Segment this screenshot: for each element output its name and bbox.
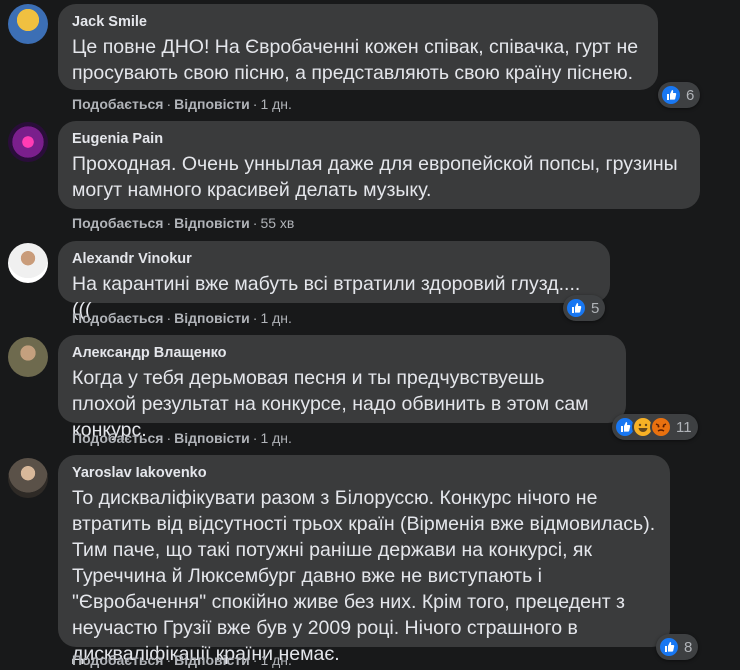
reply-link[interactable]: Відповісти <box>174 652 250 668</box>
avatar[interactable] <box>8 4 48 44</box>
avatar[interactable] <box>8 337 48 377</box>
like-reaction-icon <box>658 636 680 658</box>
reply-link[interactable]: Відповісти <box>174 215 250 231</box>
reaction-summary[interactable]: 6 <box>658 82 701 108</box>
comment-author[interactable]: Alexandr Vinokur <box>72 249 596 269</box>
avatar[interactable] <box>8 243 48 283</box>
like-link[interactable]: Подобається <box>72 215 163 231</box>
comment-actions: Подобається · Відповісти · 1 дн. <box>72 428 292 448</box>
like-link[interactable]: Подобається <box>72 96 163 112</box>
comment-bubble: Jack Smile Це повне ДНО! На Євробаченні … <box>58 4 658 90</box>
separator: · <box>252 96 258 112</box>
comment-author[interactable]: Jack Smile <box>72 12 644 32</box>
like-link[interactable]: Подобається <box>72 310 163 326</box>
separator: · <box>166 652 172 668</box>
comment-actions: Подобається · Відповісти · 1 дн. <box>72 94 292 114</box>
reply-link[interactable]: Відповісти <box>174 96 250 112</box>
timestamp[interactable]: 1 дн. <box>260 96 291 112</box>
like-reaction-icon <box>565 297 587 319</box>
reaction-count: 6 <box>686 86 695 104</box>
avatar[interactable] <box>8 122 48 162</box>
comment-text: Це повне ДНО! На Євробаченні кожен співа… <box>72 36 639 84</box>
separator: · <box>166 430 172 446</box>
avatar[interactable] <box>8 458 48 498</box>
comment-text: Проходная. Очень уннылая даже для европе… <box>72 153 678 201</box>
reply-link[interactable]: Відповісти <box>174 430 250 446</box>
comment-bubble: Eugenia Pain Проходная. Очень уннылая да… <box>58 121 700 209</box>
separator: · <box>252 215 258 231</box>
separator: · <box>166 310 172 326</box>
comment-author[interactable]: Eugenia Pain <box>72 129 686 149</box>
comment-bubble: Alexandr Vinokur На карантині вже мабуть… <box>58 241 610 321</box>
reaction-summary[interactable]: 11 <box>612 414 698 440</box>
comment-text: То дискваліфікувати разом з Білоруссю. К… <box>72 487 656 665</box>
reaction-count: 5 <box>591 299 600 317</box>
like-link[interactable]: Подобається <box>72 652 163 668</box>
separator: · <box>252 310 258 326</box>
angry-reaction-icon <box>650 416 672 438</box>
comment-author[interactable]: Yaroslav Iakovenko <box>72 463 656 483</box>
separator: · <box>166 215 172 231</box>
comment-actions: Подобається · Відповісти · 1 дн. <box>72 308 292 328</box>
comment-bubble: Yaroslav Iakovenko То дискваліфікувати р… <box>58 455 670 665</box>
separator: · <box>252 430 258 446</box>
reaction-summary[interactable]: 8 <box>656 634 699 660</box>
reply-link[interactable]: Відповісти <box>174 310 250 326</box>
reaction-count: 8 <box>684 638 693 656</box>
like-reaction-icon <box>660 84 682 106</box>
separator: · <box>252 652 258 668</box>
comment-actions: Подобається · Відповісти · 1 дн. <box>72 650 292 670</box>
timestamp[interactable]: 55 хв <box>260 215 294 231</box>
timestamp[interactable]: 1 дн. <box>260 310 291 326</box>
like-link[interactable]: Подобається <box>72 430 163 446</box>
separator: · <box>166 96 172 112</box>
comment-actions: Подобається · Відповісти · 55 хв <box>72 213 294 233</box>
reaction-summary[interactable]: 5 <box>563 295 606 321</box>
reaction-count: 11 <box>676 418 692 436</box>
timestamp[interactable]: 1 дн. <box>260 430 291 446</box>
timestamp[interactable]: 1 дн. <box>260 652 291 668</box>
comment-bubble: Александр Влащенко Когда у тебя дерьмова… <box>58 335 626 441</box>
comment-author[interactable]: Александр Влащенко <box>72 343 612 363</box>
